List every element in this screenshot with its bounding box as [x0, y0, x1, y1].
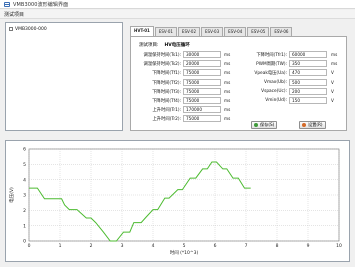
section-row: 测试项目: HV电压循环 [139, 42, 190, 48]
param-unit: ms [331, 61, 338, 67]
y-tick-label: 6 [23, 147, 26, 153]
y-tick-label: 1 [23, 223, 26, 229]
x-tick-label: 1 [59, 243, 62, 249]
tree-node-label: VMB3000-000 [15, 26, 47, 32]
param-label: Vpeak电压(Ua): [254, 71, 287, 77]
section-value: HV电压循环 [164, 43, 190, 48]
y-axis-label: 电压(V) [8, 187, 15, 203]
param-label: Vspace(Uc): [261, 88, 287, 94]
tab-esv-02[interactable]: ESV-02 [177, 27, 201, 36]
param-label: 下降时间(Tf1): [152, 71, 181, 77]
section-label: 测试项目: [139, 43, 159, 48]
tab-esv-01[interactable]: ESV-01 [154, 27, 177, 36]
x-tick-label: 10 [336, 243, 342, 249]
title-bar: VMB3000波形编辑界面 [0, 0, 355, 9]
waveform-chart-panel: 0 1 2 3 4 5 6 7 8 9 10 0 1 2 3 4 5 6 时间 (*10^3) 电压(V) [5, 140, 350, 262]
param-input[interactable]: 200 [289, 87, 327, 95]
tab-esv-03[interactable]: ESV-03 [201, 27, 224, 36]
parameter-panel: 测试项目: HV电压循环 调温保持时间(Ts1): 30000 ms 调温保持时间(T… [130, 36, 347, 131]
save-button[interactable]: 保存(S) [251, 121, 278, 129]
param-unit: ms [224, 70, 231, 76]
param-input[interactable]: 470 [289, 69, 327, 77]
param-label: 下降时间(Tfr1): [256, 53, 287, 58]
param-unit: V [331, 70, 334, 76]
menu-item-test-project[interactable]: 测试项目 [0, 11, 28, 18]
tab-bar: HVT-01 ESV-01 ESV-02 ESV-03 ESV-04 ESV-0… [130, 26, 293, 36]
tab-hvt-01[interactable]: HVT-01 [130, 26, 154, 36]
param-input[interactable]: 20000 [183, 60, 221, 68]
param-input[interactable]: 75000 [183, 97, 221, 104]
reset-button[interactable]: 设置(R) [299, 121, 326, 129]
param-unit: ms [224, 79, 231, 85]
reset-button-label: 设置(R) [308, 122, 323, 127]
tab-esv-04[interactable]: ESV-04 [224, 27, 247, 36]
y-tick-label: 5 [23, 162, 26, 168]
param-unit: ms [224, 116, 231, 122]
param-unit: V [331, 79, 334, 85]
param-input[interactable]: 75000 [183, 69, 221, 77]
x-tick-label: 2 [90, 243, 93, 249]
param-input[interactable]: 350 [289, 60, 327, 68]
param-input[interactable]: 30000 [183, 51, 221, 58]
param-unit: V [331, 88, 334, 94]
save-button-label: 保存(S) [260, 122, 275, 127]
param-input[interactable]: 60000 [289, 51, 327, 58]
tree-node[interactable]: VMB3000-000 [6, 25, 122, 33]
param-input[interactable]: 500 [289, 78, 327, 86]
param-unit: ms [224, 98, 231, 103]
param-label: Vmin(Ud): [265, 98, 287, 103]
x-tick-label: 0 [28, 243, 31, 249]
y-tick-label: 0 [23, 239, 26, 245]
param-label: 下降时间(Tf3): [152, 89, 181, 95]
param-unit: ms [224, 52, 231, 57]
menu-bar: 测试项目 [0, 10, 355, 19]
app-icon [4, 1, 10, 7]
tab-esv-06[interactable]: ESV-06 [270, 27, 293, 36]
param-unit: ms [331, 52, 338, 57]
param-input[interactable]: 75000 [183, 78, 221, 86]
param-label: 调温保持时间(Ts2): [143, 62, 181, 68]
param-unit: V [331, 98, 334, 103]
tab-esv-05[interactable]: ESV-05 [247, 27, 270, 36]
param-label: 下降时间(Tf2): [152, 80, 181, 86]
x-tick-label: 9 [307, 243, 310, 249]
settings-icon [302, 123, 306, 127]
window-title: VMB3000波形编辑界面 [13, 1, 69, 8]
param-label: 下降时间(Tf4): [152, 99, 181, 104]
param-unit: ms [224, 61, 231, 67]
x-tick-label: 6 [214, 243, 217, 249]
x-tick-label: 4 [152, 243, 155, 249]
tree-node-checkbox[interactable] [9, 27, 13, 31]
x-tick-label: 8 [276, 243, 279, 249]
param-label: 上升时间(Tr2): [152, 117, 181, 123]
param-input[interactable]: 75000 [183, 115, 221, 123]
param-label: 调温保持时间(Ts1): [143, 53, 181, 58]
param-unit: ms [224, 107, 231, 113]
y-tick-label: 3 [23, 193, 26, 199]
x-tick-label: 5 [183, 243, 186, 249]
param-unit: ms [224, 88, 231, 94]
param-input[interactable]: 75000 [183, 87, 221, 95]
param-label: Vmax(Ub): [264, 79, 287, 85]
y-tick-label: 2 [23, 208, 26, 214]
device-tree-panel: VMB3000-000 [5, 22, 123, 131]
x-tick-label: 3 [121, 243, 124, 249]
param-input[interactable]: 170000 [183, 106, 221, 114]
x-tick-label: 7 [245, 243, 248, 249]
y-tick-label: 4 [23, 177, 26, 183]
save-icon [254, 123, 258, 127]
param-input[interactable]: 150 [289, 97, 327, 104]
param-label: 上升时间(Tr1): [152, 108, 181, 114]
waveform-chart: 0 1 2 3 4 5 6 7 8 9 10 0 1 2 3 4 5 6 时间 (*10^3) 电压(V) [8, 147, 342, 256]
x-axis-label: 时间 (*10^3) [170, 249, 199, 256]
param-label: PWM周期(TW): [256, 62, 287, 68]
